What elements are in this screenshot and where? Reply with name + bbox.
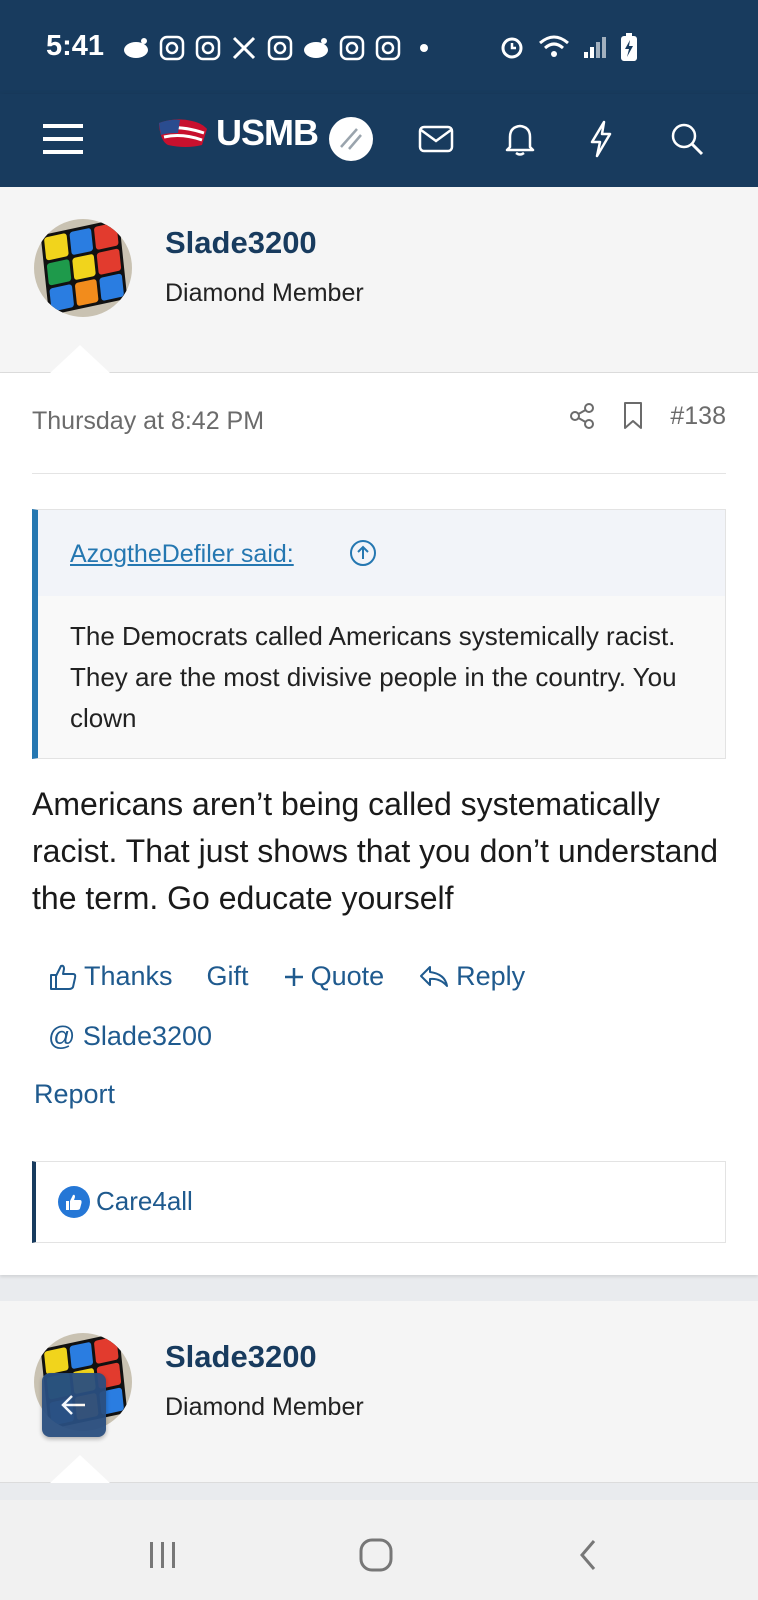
site-logo[interactable]: USMB [156,112,319,154]
divider [32,473,726,474]
reactions-bar[interactable]: Care4all [32,1161,726,1243]
post-tools: #138 [568,401,726,431]
mail-icon[interactable] [411,114,461,164]
back-button[interactable] [42,1373,106,1437]
post-username[interactable]: Slade3200 [165,225,317,261]
rubiks-cube-image [40,219,128,316]
plus-icon [284,967,303,986]
status-bar: 5:41 [0,0,758,94]
signal-icon [584,37,606,58]
bookmark-icon[interactable] [622,401,644,431]
android-nav-bar [0,1500,758,1600]
reply-label: Reply [456,961,526,991]
instagram-icon [338,34,366,62]
reply-icon [420,965,449,987]
report-button[interactable]: Report [34,1079,115,1110]
post-number[interactable]: #138 [670,402,726,431]
instagram-icon [194,34,222,62]
quote-header: AzogtheDefiler said: [38,510,725,596]
quote-text: The Democrats called Americans systemica… [70,621,677,733]
post-actions: Thanks Gift Quote Reply [48,961,525,992]
reaction-users[interactable]: Care4all [96,1186,193,1217]
menu-icon[interactable] [38,114,88,164]
alarm-icon [501,37,523,59]
user-avatar[interactable] [34,219,132,317]
next-post-user-header: Slade3200 Diamond Member [0,1301,758,1483]
home-icon[interactable] [346,1530,406,1580]
recent-apps-icon[interactable] [133,1530,193,1580]
arrow-left-icon [61,1395,85,1415]
post-body: Thursday at 8:42 PM #138 AzogtheDefiler … [0,373,758,1275]
bolt-icon[interactable] [576,114,626,164]
battery-charging-icon [621,33,637,61]
wifi-icon [539,35,569,57]
quote-author-link[interactable]: AzogtheDefiler said: [70,540,294,569]
post-message: Americans aren’t being called systematic… [32,786,719,916]
quote-block: AzogtheDefiler said: The Democrats calle… [32,509,726,759]
like-reaction-icon [58,1186,90,1218]
mention-button[interactable]: @ Slade3200 [48,1021,212,1052]
post-user-header: Slade3200 Diamond Member [0,187,758,373]
top-navbar: USMB [0,94,758,187]
reddit-icon [122,34,150,62]
jump-to-quote-icon[interactable] [348,538,378,568]
bell-icon[interactable] [495,114,545,164]
avatar-icon[interactable] [326,114,376,164]
user-title: Diamond Member [165,1393,364,1421]
back-nav-icon[interactable] [558,1530,618,1580]
reddit-icon [302,34,330,62]
dot-icon [410,34,438,62]
thumbs-up-icon [50,964,77,990]
x-icon [230,34,258,62]
thanks-label: Thanks [84,961,173,991]
system-icons [498,32,638,62]
share-icon[interactable] [568,402,596,430]
gift-button[interactable]: Gift [207,961,249,992]
instagram-icon [374,34,402,62]
gift-label: Gift [206,961,249,991]
flag-icon [159,119,207,147]
logo-text: USMB [216,112,319,153]
header-notch [50,1455,110,1483]
instagram-icon [158,34,186,62]
post-username[interactable]: Slade3200 [165,1339,317,1375]
reply-button[interactable]: Reply [418,961,525,992]
thanks-button[interactable]: Thanks [48,961,173,992]
search-icon[interactable] [662,114,712,164]
header-notch [50,345,110,373]
instagram-icon [266,34,294,62]
notification-icons [122,34,438,62]
user-title: Diamond Member [165,279,364,307]
status-time: 5:41 [46,30,105,62]
post-date[interactable]: Thursday at 8:42 PM [32,407,264,436]
quote-label: Quote [310,961,385,991]
quote-button[interactable]: Quote [283,961,385,992]
